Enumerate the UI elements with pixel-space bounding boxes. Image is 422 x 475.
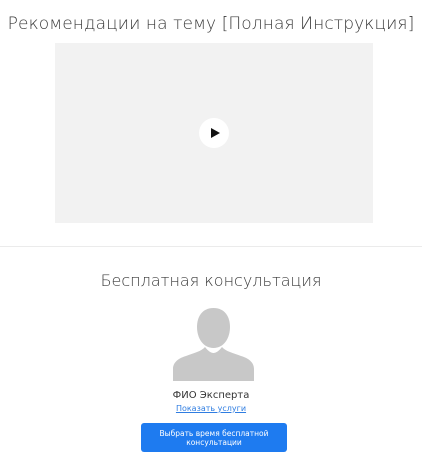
show-services-link[interactable]: Показать услуги (0, 404, 422, 413)
expert-name: ФИО Эксперта (172, 390, 250, 401)
user-silhouette-icon (173, 308, 254, 381)
book-consultation-label: Выбрать время бесплатной консультации (159, 428, 269, 447)
consultation-title: Бесплатная консультация (100, 271, 322, 290)
play-icon (211, 128, 220, 138)
video-title: Рекомендации на тему [Полная Инструкция] (7, 14, 415, 34)
page: Рекомендации на тему [Полная Инструкция]… (0, 0, 422, 475)
section-divider (0, 246, 422, 247)
video-player[interactable] (55, 43, 373, 223)
book-consultation-button[interactable]: Выбрать время бесплатной консультации (141, 423, 287, 452)
play-button[interactable] (199, 118, 229, 148)
